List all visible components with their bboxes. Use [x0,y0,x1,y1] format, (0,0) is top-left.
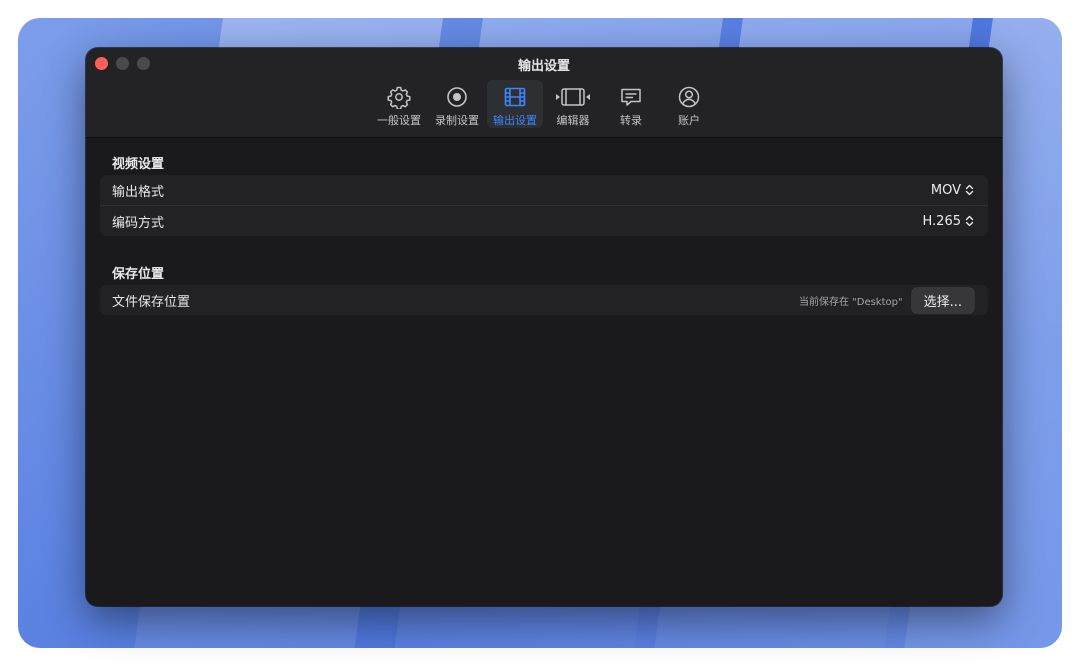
caption-bubble-icon [621,88,641,106]
tab-label: 一般设置 [377,114,421,127]
output-format-value: MOV [930,182,961,198]
save-location-row: 文件保存位置 当前保存在 "Desktop" 选择... [100,285,988,315]
save-location-hint: 当前保存在 "Desktop" [798,296,903,308]
tab-output[interactable]: 输出设置 [487,80,543,128]
tab-label: 转录 [620,114,642,127]
settings-window: 输出设置 一般设置 录制设置 输出设置 编辑器 转录 账户 视频设置 输出格式 … [86,48,1002,606]
section-title-video: 视频设置 [112,157,165,172]
gear-icon [387,86,411,109]
tab-label: 输出设置 [493,114,537,127]
save-location-label: 文件保存位置 [112,294,191,310]
account-icon [678,86,700,108]
save-location-controls: 当前保存在 "Desktop" 选择... [798,287,974,313]
tab-transcribe[interactable]: 转录 [603,80,659,128]
tab-account[interactable]: 账户 [661,80,717,128]
settings-content: 视频设置 输出格式 MOV 编码方式 H.265 保存位置 文件保存位置 当前保… [86,138,1002,606]
choose-location-button[interactable]: 选择... [911,287,974,313]
section-title-save: 保存位置 [112,267,165,282]
window-toolbar: 输出设置 一般设置 录制设置 输出设置 编辑器 转录 账户 [86,48,1002,138]
output-format-label: 输出格式 [112,184,165,200]
trim-icon [556,88,590,106]
chevron-up-down-icon [965,184,974,196]
output-format-row: 输出格式 MOV [100,175,988,205]
record-icon [447,87,467,107]
codec-value: H.265 [922,213,962,229]
tab-label: 账户 [678,114,700,127]
film-icon [504,87,526,107]
chevron-up-down-icon [965,215,974,227]
tab-general[interactable]: 一般设置 [371,80,427,128]
save-location-group: 文件保存位置 当前保存在 "Desktop" 选择... [100,285,988,315]
tab-label: 录制设置 [435,114,479,127]
tab-label: 编辑器 [556,114,590,127]
output-format-select[interactable]: MOV [931,183,974,198]
window-title: 输出设置 [517,59,570,74]
video-settings-group: 输出格式 MOV 编码方式 H.265 [100,175,988,236]
tab-record[interactable]: 录制设置 [429,80,485,128]
codec-label: 编码方式 [112,215,165,231]
tab-editor[interactable]: 编辑器 [545,80,601,128]
codec-row: 编码方式 H.265 [100,205,988,236]
codec-select[interactable]: H.265 [923,214,975,229]
preferences-tabs: 一般设置 录制设置 输出设置 编辑器 转录 账户 [86,80,1002,128]
